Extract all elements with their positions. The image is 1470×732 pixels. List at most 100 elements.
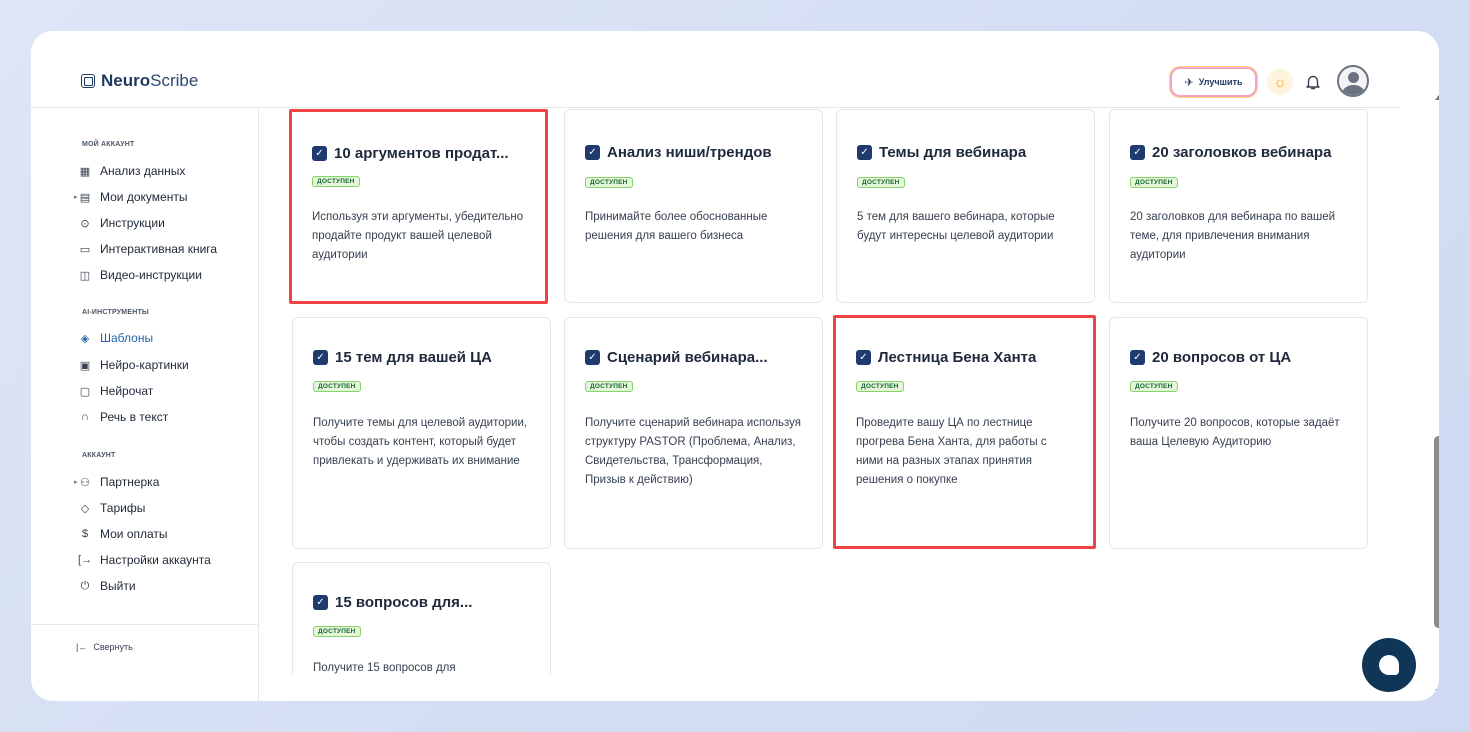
sidebar-divider <box>31 624 259 625</box>
card-description: Получите сценарий вебинара используя стр… <box>585 417 802 486</box>
logo-icon <box>81 74 95 88</box>
checkbox-icon: ✓ <box>1130 145 1145 160</box>
template-card[interactable]: ✓ 10 аргументов продат... ДОСТУПЕН Исполь… <box>289 109 548 304</box>
status-badge: ДОСТУПЕН <box>1130 177 1178 188</box>
sidebar-item-label: Интерактивная книга <box>100 242 218 256</box>
status-badge: ДОСТУПЕН <box>313 381 361 392</box>
card-title: ✓ 20 вопросов от ЦА <box>1130 349 1291 366</box>
bell-icon[interactable] <box>1304 73 1322 91</box>
chat-icon: ▢ <box>79 385 91 398</box>
image-icon: ▣ <box>79 359 91 372</box>
checkbox-icon: ✓ <box>312 146 327 161</box>
scroll-up-icon[interactable] <box>1435 95 1439 100</box>
tag-icon: ◇ <box>80 502 90 515</box>
sidebar-item-label: Нейрочат <box>100 384 154 398</box>
sidebar-item-tariffs[interactable]: ◇ Тарифы <box>78 499 146 517</box>
collapse-icon: |← <box>76 642 88 652</box>
template-card[interactable]: ✓ Лестница Бена Ханта ДОСТУПЕН Проведите … <box>833 315 1096 549</box>
dollar-icon: $ <box>81 528 89 540</box>
scrollbar-thumb[interactable] <box>1434 436 1439 628</box>
content-bottom-edge <box>259 675 1399 701</box>
sidebar-item-interactive-book[interactable]: ▭ Интерактивная книга <box>78 240 217 258</box>
template-card[interactable]: ✓ 20 заголовков вебинара ДОСТУПЕН 20 заго… <box>1109 109 1368 303</box>
sidebar-item-account-settings[interactable]: [→ Настройки аккаунта <box>78 551 211 569</box>
template-card[interactable]: ✓ Темы для вебинара ДОСТУПЕН 5 тем для ва… <box>836 109 1095 303</box>
chevron-right-icon[interactable]: ▸ <box>74 478 78 486</box>
status-badge: ДОСТУПЕН <box>857 177 905 188</box>
sidebar-item-label: Мои оплаты <box>100 527 168 541</box>
headphones-icon: ∩ <box>81 411 89 423</box>
help-icon: ⊙ <box>80 217 90 230</box>
power-icon: ⏻ <box>80 579 90 592</box>
rocket-icon: ✈ <box>1184 76 1194 89</box>
sidebar-section-my-account: МОЙ АККАУНТ <box>82 141 135 148</box>
sidebar-item-neurochat[interactable]: ▢ Нейрочат <box>78 382 154 400</box>
sidebar-item-speech-to-text[interactable]: ∩ Речь в текст <box>78 408 168 426</box>
scroll-down-icon[interactable] <box>1435 689 1439 694</box>
collapse-button[interactable]: |← Свернуть <box>76 642 133 652</box>
grid-icon: ▦ <box>79 165 91 178</box>
card-description: Проведите вашу ЦА по лестнице прогрева Б… <box>856 417 1047 486</box>
sidebar-item-my-payments[interactable]: $ Мои оплаты <box>78 525 168 543</box>
card-title: ✓ 15 тем для вашей ЦА <box>313 349 492 366</box>
avatar[interactable] <box>1337 65 1369 97</box>
sidebar-item-label: Нейро-картинки <box>100 358 189 372</box>
sidebar-item-templates[interactable]: ◈ Шаблоны <box>78 329 153 347</box>
sidebar-item-instructions[interactable]: ⊙ Инструкции <box>78 214 164 232</box>
sidebar-item-logout[interactable]: ⏻ Выйти <box>78 577 136 595</box>
status-badge: ДОСТУПЕН <box>312 176 360 187</box>
card-description: Получите темы для целевой аудитории, что… <box>313 417 528 467</box>
template-card[interactable]: ✓ Анализ ниши/трендов ДОСТУПЕН Принимайте… <box>564 109 823 303</box>
card-title: ✓ Анализ ниши/трендов <box>585 144 772 161</box>
sidebar-item-label: Партнерка <box>100 475 160 489</box>
app-window: NeuroScribe ✈ Улучшить ☼ МОЙ АККАУНТ ▦ А… <box>31 31 1439 701</box>
chat-widget-button[interactable] <box>1362 638 1416 692</box>
checkbox-icon: ✓ <box>313 350 328 365</box>
sidebar-item-label: Анализ данных <box>100 164 186 178</box>
template-card[interactable]: ✓ Сценарий вебинара... ДОСТУПЕН Получите … <box>564 317 823 549</box>
sidebar-item-label: Видео-инструкции <box>100 268 202 282</box>
sidebar-item-label: Выйти <box>100 579 136 593</box>
checkbox-icon: ✓ <box>857 145 872 160</box>
card-title: ✓ Сценарий вебинара... <box>585 349 768 366</box>
logo-bold: Neuro <box>101 71 151 90</box>
logo[interactable]: NeuroScribe <box>81 71 198 91</box>
checkbox-icon: ✓ <box>585 145 600 160</box>
chevron-right-icon[interactable]: ▸ <box>74 193 78 201</box>
scrollbar[interactable] <box>1399 31 1439 701</box>
sidebar-item-label: Речь в текст <box>100 410 169 424</box>
checkbox-icon: ✓ <box>585 350 600 365</box>
sidebar-item-video-instructions[interactable]: ◫ Видео-инструкции <box>78 266 202 284</box>
template-card[interactable]: ✓ 20 вопросов от ЦА ДОСТУПЕН Получите 20 … <box>1109 317 1368 549</box>
book-icon: ▭ <box>79 243 91 256</box>
checkbox-icon: ✓ <box>313 595 328 610</box>
users-icon: ⚇ <box>80 476 90 489</box>
sidebar-item-label: Мои документы <box>100 190 188 204</box>
checkbox-icon: ✓ <box>1130 350 1145 365</box>
sidebar-item-data-analysis[interactable]: ▦ Анализ данных <box>78 162 186 180</box>
status-badge: ДОСТУПЕН <box>856 381 904 392</box>
theme-toggle-sun-icon[interactable]: ☼ <box>1267 69 1293 95</box>
logo-light: Scribe <box>150 71 199 90</box>
card-title: ✓ Лестница Бена Ханта <box>856 349 1036 366</box>
top-bar: NeuroScribe ✈ Улучшить ☼ <box>31 31 1399 108</box>
upgrade-label: Улучшить <box>1198 77 1243 87</box>
card-description: 5 тем для вашего вебинара, которые будут… <box>857 211 1055 242</box>
sidebar-section-account: АККАУНТ <box>82 452 116 459</box>
sidebar-item-partner[interactable]: ▸ ⚇ Партнерка <box>74 473 160 491</box>
card-description: 20 заголовков для вебинара по вашей теме… <box>1130 211 1336 261</box>
card-description: Используя эти аргументы, убедительно про… <box>312 211 524 261</box>
upgrade-button[interactable]: ✈ Улучшить <box>1172 69 1255 95</box>
sidebar-item-neuro-images[interactable]: ▣ Нейро-картинки <box>78 356 189 374</box>
card-title: ✓ 15 вопросов для... <box>313 594 472 611</box>
status-badge: ДОСТУПЕН <box>585 177 633 188</box>
layers-icon: ◈ <box>80 332 90 345</box>
sidebar-item-label: Тарифы <box>100 501 146 515</box>
card-title: ✓ 20 заголовков вебинара <box>1130 144 1331 161</box>
collapse-label: Свернуть <box>93 642 133 652</box>
template-card[interactable]: ✓ 15 тем для вашей ЦА ДОСТУПЕН Получите т… <box>292 317 551 549</box>
card-title: ✓ 10 аргументов продат... <box>312 145 509 162</box>
sidebar-item-my-documents[interactable]: ▸ ▤ Мои документы <box>74 188 188 206</box>
card-description: Принимайте более обоснованные решения дл… <box>585 211 768 242</box>
status-badge: ДОСТУПЕН <box>1130 381 1178 392</box>
